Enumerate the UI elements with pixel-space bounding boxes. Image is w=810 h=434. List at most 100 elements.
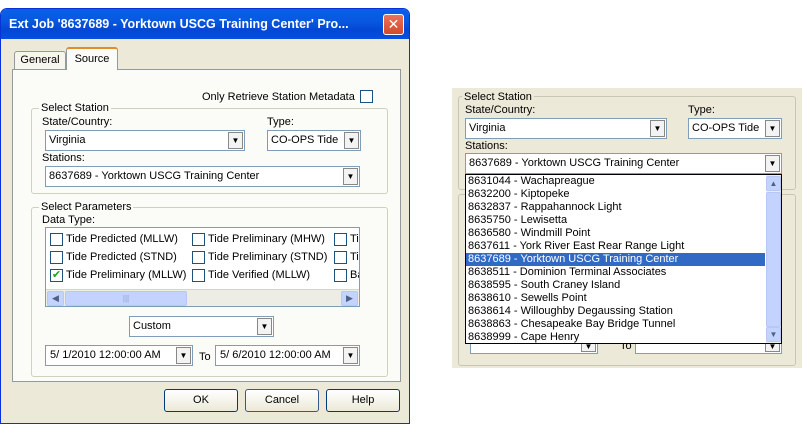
data-type-label: Tic xyxy=(350,233,359,245)
zoom-state-country-value: Virginia xyxy=(469,122,506,134)
station-option[interactable]: 8638511 - Dominion Terminal Associates xyxy=(466,266,765,279)
close-button[interactable]: ✕ xyxy=(383,14,404,35)
zoom-stations-combo[interactable]: 8637689 - Yorktown USCG Training Center … xyxy=(465,153,782,174)
zoom-type-value: CO-OPS Tide xyxy=(692,122,760,134)
data-type-label: Ba xyxy=(350,269,359,281)
zoom-state-country-combo[interactable]: Virginia ▼ xyxy=(465,118,667,139)
select-parameters-legend: Select Parameters xyxy=(39,201,134,213)
scroll-right-icon[interactable]: ▶ xyxy=(341,291,358,306)
scroll-thumb[interactable] xyxy=(766,192,781,327)
start-date-picker[interactable]: 5/ 1/2010 12:00:00 AM ▼ xyxy=(45,345,193,366)
date-range-combo[interactable]: Custom ▼ xyxy=(129,316,274,337)
end-date-picker[interactable]: 5/ 6/2010 12:00:00 AM ▼ xyxy=(215,345,360,366)
state-country-label: State/Country: xyxy=(42,116,113,128)
end-date-value: 5/ 6/2010 12:00:00 AM xyxy=(220,349,331,361)
only-metadata-label: Only Retrieve Station Metadata xyxy=(202,91,355,103)
data-type-checkbox[interactable] xyxy=(50,251,63,264)
data-type-label: Data Type: xyxy=(42,214,95,226)
date-range-value: Custom xyxy=(133,320,171,332)
chevron-down-icon[interactable]: ▼ xyxy=(344,132,359,149)
data-type-label: Tide Preliminary (MLLW) xyxy=(66,269,187,281)
station-options: 8631044 - Wachapreague 8632200 - Kiptopek… xyxy=(466,175,765,343)
station-option[interactable]: 8638999 - Cape Henry xyxy=(466,331,765,343)
help-button[interactable]: Help xyxy=(326,389,400,412)
chevron-down-icon[interactable]: ▼ xyxy=(228,132,243,149)
scroll-up-icon[interactable]: ▲ xyxy=(766,176,781,191)
source-tab-panel: Only Retrieve Station Metadata Select St… xyxy=(12,69,401,382)
type-combo[interactable]: CO-OPS Tide ▼ xyxy=(267,130,361,151)
tab-source[interactable]: Source xyxy=(66,47,118,70)
station-option[interactable]: 8636580 - Windmill Point xyxy=(466,227,765,240)
horizontal-scrollbar[interactable]: ◀ ||| ▶ xyxy=(46,289,359,306)
chevron-down-icon[interactable]: ▼ xyxy=(765,155,780,172)
data-type-list[interactable]: Tide Predicted (MLLW) Tide Preliminary (… xyxy=(45,227,360,307)
station-option[interactable]: 8638610 - Sewells Point xyxy=(466,292,765,305)
station-option[interactable]: 8632837 - Rappahannock Light xyxy=(466,201,765,214)
data-type-label: Tide Predicted (MLLW) xyxy=(66,233,178,245)
dialog-title: Ext Job '8637689 - Yorktown USCG Trainin… xyxy=(9,17,349,31)
scroll-thumb[interactable]: ||| xyxy=(65,291,187,306)
chevron-down-icon[interactable]: ▼ xyxy=(343,168,358,185)
scroll-left-icon[interactable]: ◀ xyxy=(47,291,64,306)
data-type-label: Tide Verified (MLLW) xyxy=(208,269,311,281)
dialog-title-bar[interactable]: Ext Job '8637689 - Yorktown USCG Trainin… xyxy=(1,9,409,39)
data-type-checkbox[interactable] xyxy=(192,269,205,282)
data-type-checkbox-checked[interactable]: ✔ xyxy=(50,269,63,282)
station-option[interactable]: 8635750 - Lewisetta xyxy=(466,214,765,227)
ok-label: OK xyxy=(193,394,209,406)
data-type-label: Tide Preliminary (STND) xyxy=(208,251,328,263)
cancel-button[interactable]: Cancel xyxy=(245,389,319,412)
chevron-down-icon[interactable]: ▼ xyxy=(176,347,191,364)
station-dropdown-panel: Select Station State/Country: Virginia ▼… xyxy=(452,88,802,368)
zoom-select-station-legend: Select Station xyxy=(462,91,534,103)
type-value: CO-OPS Tide xyxy=(271,134,339,146)
data-type-checkbox[interactable] xyxy=(334,251,347,264)
help-label: Help xyxy=(351,394,375,406)
chevron-down-icon[interactable]: ▼ xyxy=(343,347,358,364)
grip-icon: ||| xyxy=(122,294,130,303)
stations-combo[interactable]: 8637689 - Yorktown USCG Training Center … xyxy=(45,166,360,187)
start-date-value: 5/ 1/2010 12:00:00 AM xyxy=(50,349,161,361)
stations-value: 8637689 - Yorktown USCG Training Center xyxy=(49,170,260,182)
check-icon: ✔ xyxy=(51,269,62,281)
chevron-down-icon[interactable]: ▼ xyxy=(257,318,272,335)
data-type-label: Tic xyxy=(350,251,359,263)
ok-button[interactable]: OK xyxy=(164,389,238,412)
data-type-label: Tide Preliminary (MHW) xyxy=(208,233,325,245)
station-option[interactable]: 8637689 - Yorktown USCG Training Center xyxy=(466,253,765,266)
data-type-checkbox[interactable] xyxy=(334,233,347,246)
zoom-stations-value: 8637689 - Yorktown USCG Training Center xyxy=(469,157,680,169)
chevron-down-icon[interactable]: ▼ xyxy=(650,120,665,137)
chevron-down-icon[interactable]: ▼ xyxy=(765,120,780,137)
data-type-checkbox[interactable] xyxy=(192,251,205,264)
station-option[interactable]: 8632200 - Kiptopeke xyxy=(466,188,765,201)
station-option[interactable]: 8638863 - Chesapeake Bay Bridge Tunnel xyxy=(466,318,765,331)
select-station-legend: Select Station xyxy=(39,102,111,114)
close-icon: ✕ xyxy=(387,16,400,32)
only-metadata-checkbox[interactable] xyxy=(360,90,373,103)
to-label: To xyxy=(199,351,211,363)
station-option[interactable]: 8638614 - Willoughby Degaussing Station xyxy=(466,305,765,318)
vertical-scrollbar[interactable]: ▲ ▼ xyxy=(766,175,781,343)
state-country-combo[interactable]: Virginia ▼ xyxy=(45,130,245,151)
data-type-checkbox[interactable] xyxy=(192,233,205,246)
station-option[interactable]: 8638595 - South Craney Island xyxy=(466,279,765,292)
zoom-type-combo[interactable]: CO-OPS Tide ▼ xyxy=(688,118,782,139)
data-type-checkbox[interactable] xyxy=(334,269,347,282)
cancel-label: Cancel xyxy=(264,394,300,406)
tab-source-label: Source xyxy=(74,53,110,65)
type-label: Type: xyxy=(267,116,294,128)
station-option[interactable]: 8637611 - York River East Rear Range Lig… xyxy=(466,240,765,253)
zoom-type-label: Type: xyxy=(688,104,715,116)
tab-general-label: General xyxy=(20,54,60,66)
stations-label: Stations: xyxy=(42,152,85,164)
station-option[interactable]: 8631044 - Wachapreague xyxy=(466,175,765,188)
zoom-state-country-label: State/Country: xyxy=(465,104,536,116)
scroll-down-icon[interactable]: ▼ xyxy=(766,327,781,342)
state-country-value: Virginia xyxy=(49,134,86,146)
ext-job-dialog: Ext Job '8637689 - Yorktown USCG Trainin… xyxy=(0,8,410,424)
stations-dropdown-list[interactable]: 8631044 - Wachapreague 8632200 - Kiptopek… xyxy=(465,174,782,344)
data-type-checkbox[interactable] xyxy=(50,233,63,246)
tab-general[interactable]: General xyxy=(14,51,66,69)
zoom-stations-label: Stations: xyxy=(465,140,508,152)
